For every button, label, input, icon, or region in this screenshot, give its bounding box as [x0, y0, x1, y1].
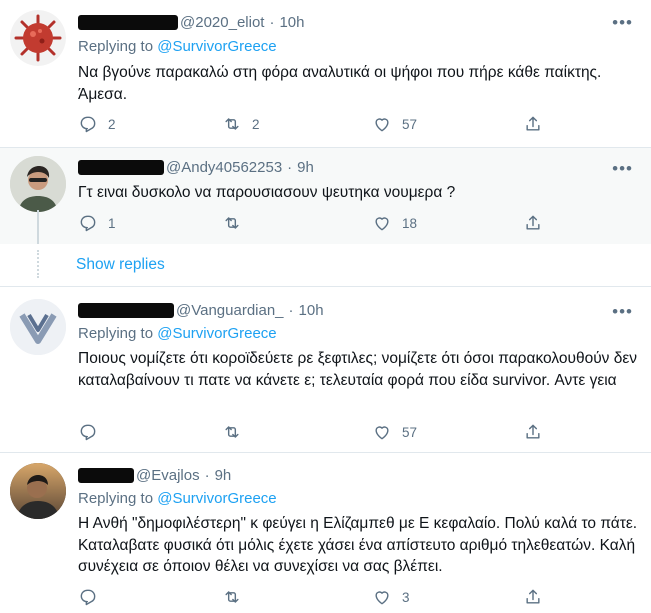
logo-avatar-image [10, 299, 66, 355]
user-handle[interactable]: @Evajlos [136, 467, 200, 484]
separator-dot: · [287, 158, 293, 176]
avatar[interactable] [10, 10, 66, 66]
like-count: 57 [402, 424, 418, 440]
tweet-1[interactable]: @2020_eliot · 10h ••• Replying to @Survi… [0, 0, 651, 148]
like-count: 3 [402, 589, 410, 605]
heart-icon [375, 591, 389, 605]
reply-button[interactable]: 1 [78, 213, 116, 233]
like-button[interactable]: 18 [372, 213, 417, 233]
mention-link[interactable]: @SurvivorGreece [157, 38, 276, 55]
redacted-name [78, 302, 174, 318]
show-replies-link[interactable]: Show replies [76, 256, 165, 274]
person-avatar-image [10, 463, 66, 519]
avatar[interactable] [10, 463, 66, 519]
reply-button[interactable]: 2 [78, 114, 116, 134]
retweet-icon [225, 118, 239, 130]
timestamp[interactable]: 9h [215, 467, 232, 484]
tweet-3[interactable]: @Vanguardian_ · 10h ••• Replying to @Sur… [0, 287, 651, 453]
more-icon[interactable]: ••• [612, 160, 633, 177]
retweet-icon [225, 591, 239, 603]
avatar[interactable] [10, 299, 66, 355]
user-handle[interactable]: @Andy40562253 [166, 159, 282, 176]
retweet-button[interactable]: 2 [222, 114, 260, 134]
user-handle[interactable]: @2020_eliot [180, 14, 264, 31]
like-count: 57 [402, 116, 418, 132]
like-button[interactable]: 57 [372, 114, 417, 134]
retweet-button[interactable] [222, 422, 252, 442]
virus-avatar-image [10, 10, 66, 66]
thread-line [37, 210, 39, 244]
redacted-name [78, 159, 164, 175]
share-icon [526, 589, 540, 604]
tweet-4[interactable]: @Evajlos · 9h Replying to @SurvivorGreec… [0, 453, 651, 613]
mention-link[interactable]: @SurvivorGreece [157, 490, 276, 507]
replying-to: Replying to @SurvivorGreece [78, 325, 277, 342]
separator-dot: · [204, 466, 210, 484]
retweet-button[interactable] [222, 213, 252, 233]
tweet-text: Η Ανθή "δημοφιλέστερη" κ φεύγει η Ελίζαμ… [78, 515, 638, 575]
user-handle[interactable]: @Vanguardian_ [176, 302, 284, 319]
replying-to: Replying to @SurvivorGreece [78, 490, 277, 507]
separator-dot: · [269, 13, 275, 31]
like-button[interactable]: 3 [372, 587, 410, 607]
share-button[interactable] [523, 422, 543, 442]
reply-icon [80, 215, 96, 232]
heart-icon [375, 426, 389, 440]
separator-dot: · [288, 301, 294, 319]
retweet-icon [225, 426, 239, 438]
like-count: 18 [402, 215, 418, 231]
avatar[interactable] [10, 156, 66, 212]
timestamp[interactable]: 10h [299, 302, 324, 319]
share-button[interactable] [523, 213, 543, 233]
tweet-header: @Vanguardian_ · 10h [78, 299, 324, 321]
replying-to-label: Replying to [78, 38, 154, 55]
more-icon[interactable]: ••• [612, 303, 633, 320]
timestamp[interactable]: 9h [297, 159, 314, 176]
share-icon [526, 424, 540, 439]
person-avatar-image [10, 156, 66, 212]
heart-icon [375, 217, 389, 231]
redacted-name [78, 467, 134, 483]
mention-link[interactable]: @SurvivorGreece [157, 325, 276, 342]
tweet-text: Γτ ειναι δυσκολο να παρουσιασουν ψευτηκα… [78, 184, 456, 201]
tweet-text: Να βγούνε παρακαλώ στη φόρα αναλυτικά οι… [78, 64, 602, 103]
redacted-name [78, 14, 178, 30]
reply-icon [80, 424, 96, 441]
thread-dotted-line [37, 250, 39, 278]
share-icon [526, 215, 540, 230]
retweet-button[interactable] [222, 587, 252, 607]
retweet-count: 2 [252, 116, 260, 132]
reply-count: 1 [108, 215, 116, 231]
reply-icon [80, 589, 96, 606]
replying-to: Replying to @SurvivorGreece [78, 38, 277, 55]
tweet-text: Ποιους νομίζετε ότι κοροϊδεύετε ρε ξεφτι… [78, 350, 638, 389]
reply-button[interactable] [78, 422, 108, 442]
timestamp[interactable]: 10h [279, 14, 304, 31]
tweet-header: @2020_eliot · 10h [78, 11, 305, 33]
reply-icon [80, 116, 96, 133]
reply-button[interactable] [78, 587, 108, 607]
reply-count: 2 [108, 116, 116, 132]
heart-icon [375, 118, 389, 132]
share-button[interactable] [523, 587, 543, 607]
retweet-icon [225, 217, 239, 229]
more-icon[interactable]: ••• [612, 14, 633, 31]
share-button[interactable] [523, 114, 543, 134]
like-button[interactable]: 57 [372, 422, 417, 442]
tweet-header: @Andy40562253 · 9h [78, 156, 314, 178]
tweet-header: @Evajlos · 9h [78, 464, 231, 486]
share-icon [526, 116, 540, 131]
replying-to-label: Replying to [78, 490, 154, 507]
replying-to-label: Replying to [78, 325, 154, 342]
tweet-2[interactable]: @Andy40562253 · 9h ••• Γτ ειναι δυσκολο … [0, 148, 651, 244]
